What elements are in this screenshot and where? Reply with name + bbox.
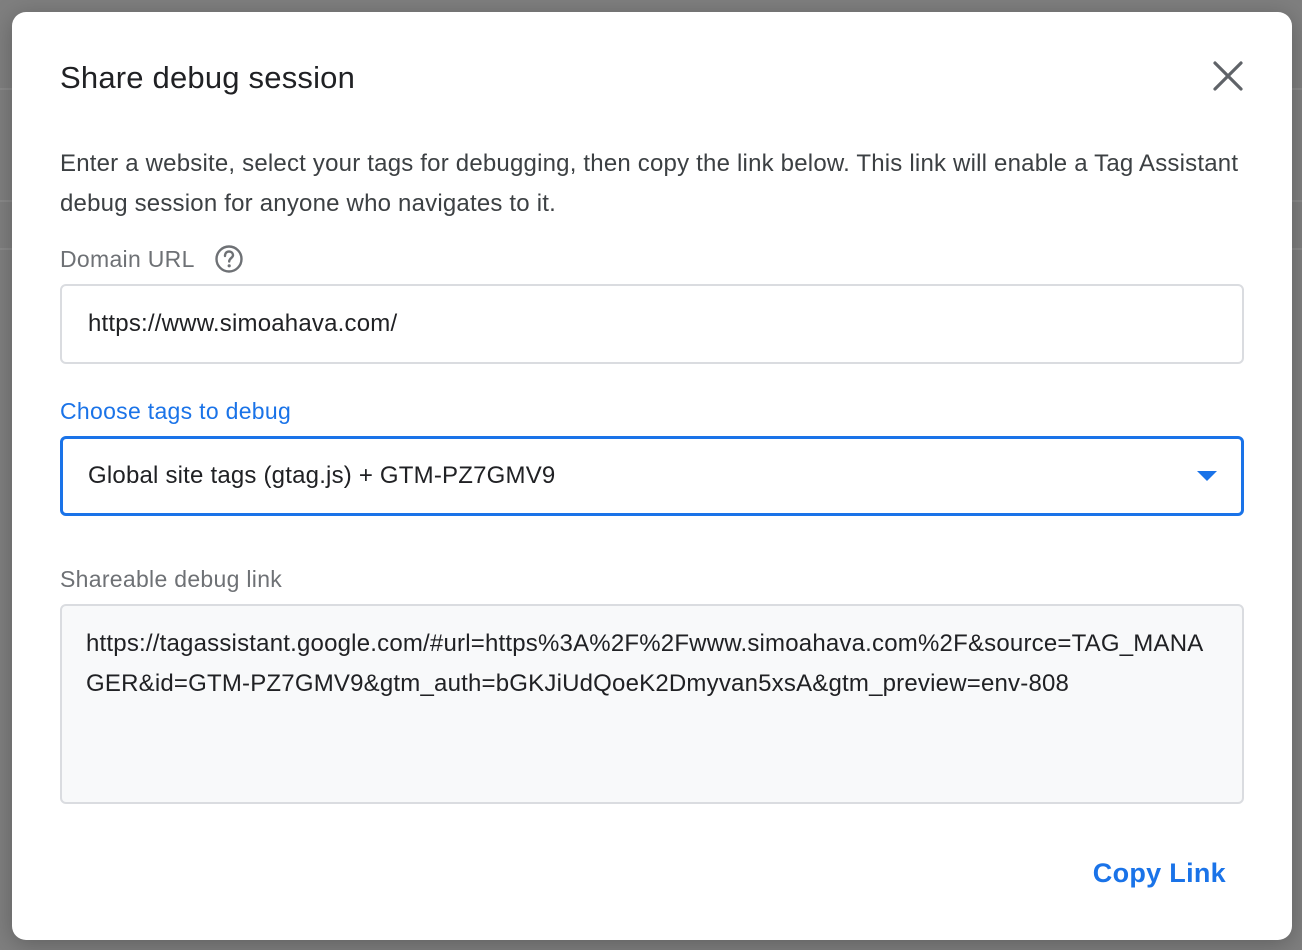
close-icon: [1213, 61, 1243, 91]
share-debug-dialog: Share debug session Enter a website, sel…: [12, 12, 1292, 940]
tags-select-value: Global site tags (gtag.js) + GTM-PZ7GMV9: [88, 462, 556, 489]
shareable-link-label: Shareable debug link: [60, 566, 283, 592]
domain-url-label: Domain URL: [60, 246, 195, 272]
shareable-link-field[interactable]: https://tagassistant.google.com/#url=htt…: [60, 604, 1244, 804]
caret-down-icon: [1197, 471, 1217, 481]
help-circle-icon[interactable]: [214, 244, 244, 274]
close-button[interactable]: [1208, 56, 1248, 96]
dialog-description: Enter a website, select your tags for de…: [60, 150, 1239, 217]
choose-tags-label: Choose tags to debug: [60, 398, 292, 424]
dialog-title: Share debug session: [60, 60, 356, 95]
copy-link-button[interactable]: Copy Link: [1093, 858, 1226, 889]
domain-url-input[interactable]: https://www.simoahava.com/: [60, 284, 1244, 364]
tags-select[interactable]: Global site tags (gtag.js) + GTM-PZ7GMV9: [60, 436, 1244, 516]
